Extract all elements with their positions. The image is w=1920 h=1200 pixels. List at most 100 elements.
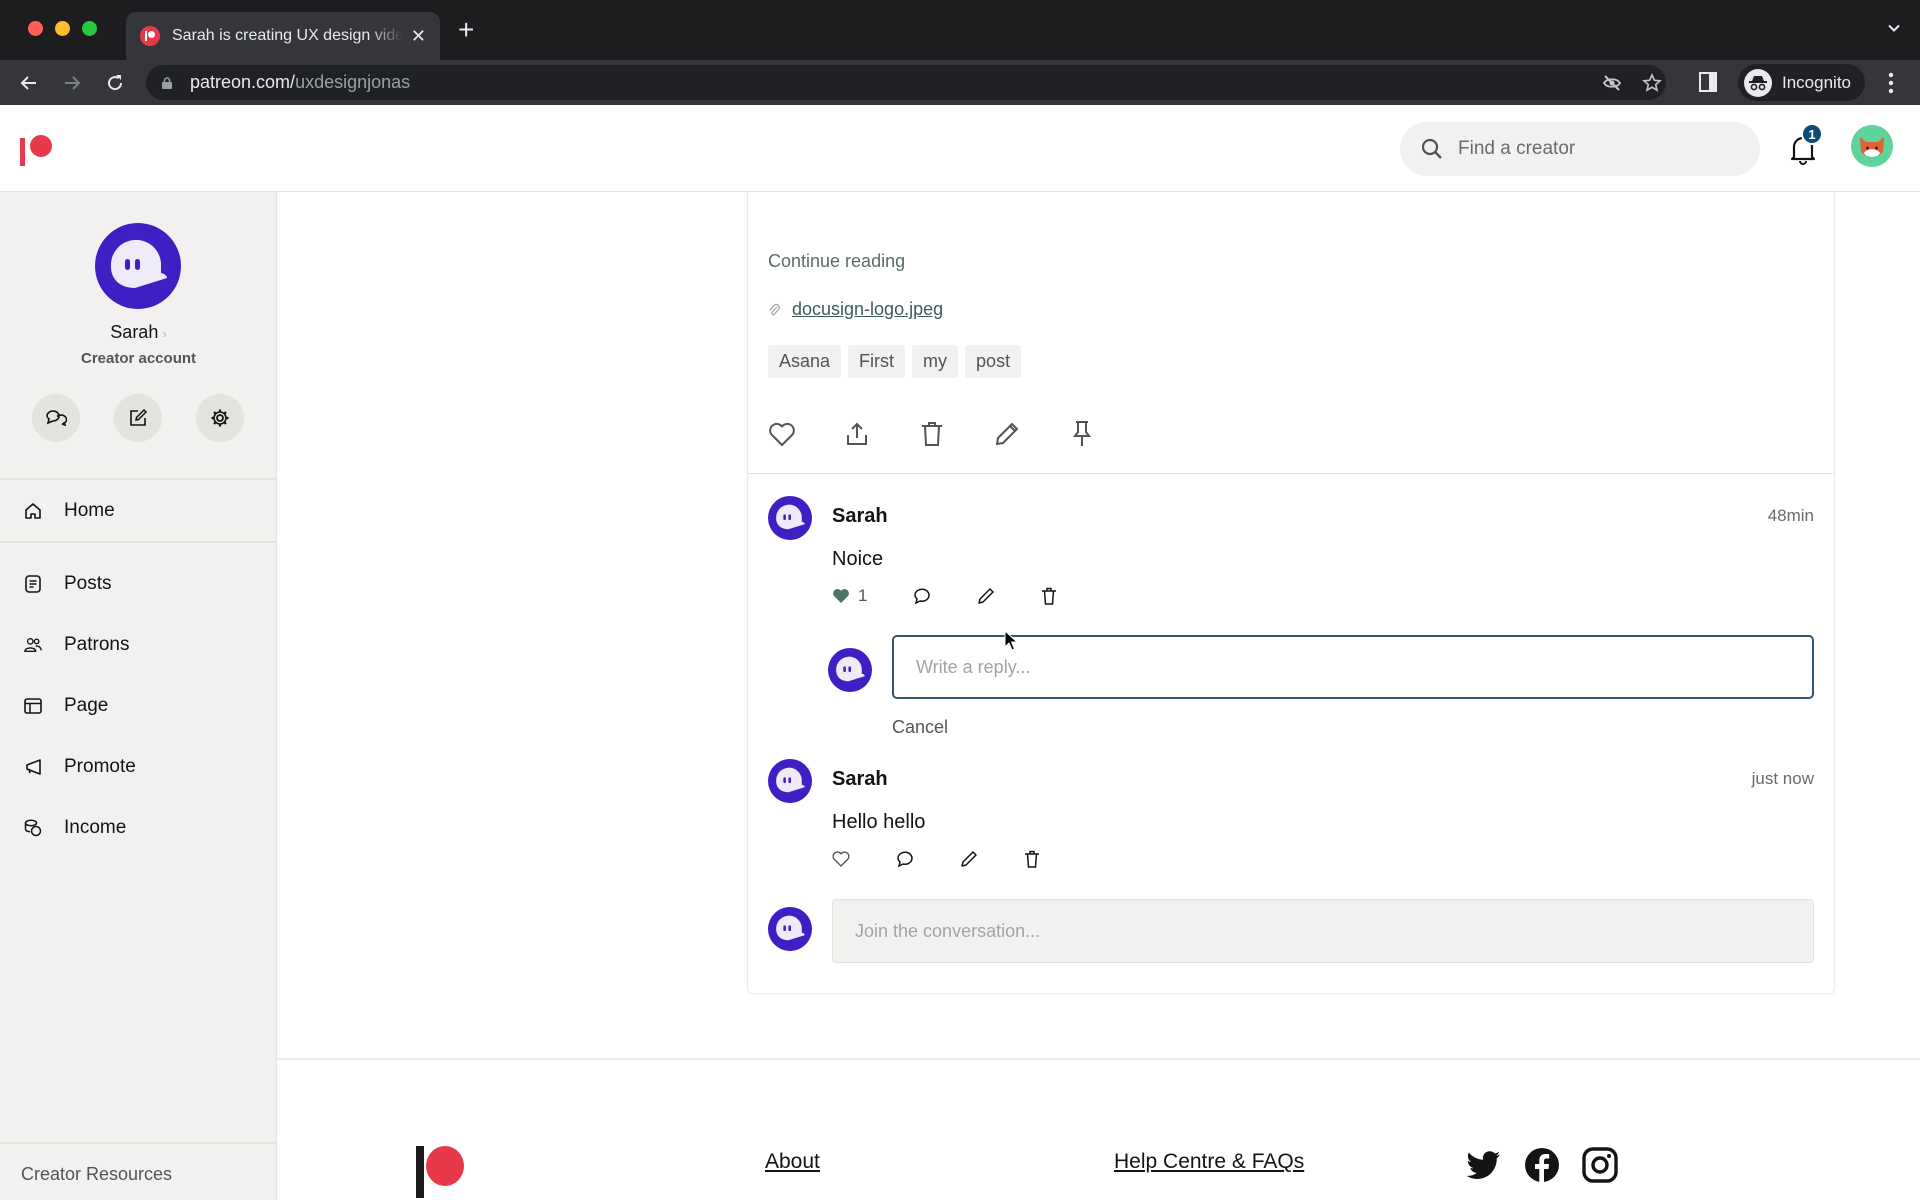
like-post-button[interactable] <box>768 420 796 448</box>
comment-author[interactable]: Sarah <box>832 505 888 528</box>
tag[interactable]: First <box>848 345 906 378</box>
back-arrow-icon <box>20 76 36 90</box>
bookmark-star-icon[interactable] <box>1642 73 1662 93</box>
sidebar-item-home[interactable]: Home <box>0 480 276 541</box>
like-comment-button[interactable]: 1 <box>832 586 867 606</box>
about-link[interactable]: About <box>765 1150 820 1174</box>
browser-menu-kebab-icon[interactable] <box>1888 72 1894 94</box>
megaphone-icon <box>24 758 42 776</box>
paperclip-icon <box>769 303 780 315</box>
comment-body: Noice <box>832 548 884 570</box>
sidebar-item-income[interactable]: Income <box>0 797 276 858</box>
tab-close-icon[interactable]: ✕ <box>411 26 426 47</box>
side-panel-icon[interactable] <box>1699 72 1717 92</box>
creator-search[interactable] <box>1400 122 1760 176</box>
sidebar-nav-primary: Home <box>0 480 276 541</box>
create-post-button[interactable] <box>114 394 162 442</box>
comment-actions: 1 <box>832 586 1057 606</box>
delete-comment-button[interactable] <box>1041 586 1057 606</box>
search-input[interactable] <box>1458 138 1738 160</box>
creator-resources-link[interactable]: Creator Resources <box>0 1142 276 1200</box>
tag[interactable]: my <box>912 345 959 378</box>
new-tab-button[interactable]: + <box>458 16 474 44</box>
comment-author[interactable]: Sarah <box>832 768 888 791</box>
sidebar-item-promote[interactable]: Promote <box>0 736 276 797</box>
reload-button[interactable] <box>100 68 130 98</box>
maximize-window-button[interactable] <box>82 21 97 36</box>
reply-comment-button[interactable] <box>913 586 931 606</box>
lock-icon <box>162 76 172 89</box>
sidebar-divider <box>0 541 276 543</box>
incognito-label: Incognito <box>1782 72 1851 92</box>
forward-arrow-icon <box>65 76 81 90</box>
footer-divider <box>277 1058 1920 1060</box>
reply-comment-button[interactable] <box>896 849 914 869</box>
post-tags: Asana First my post <box>768 345 1022 378</box>
sidebar-quick-actions <box>32 394 244 442</box>
twitter-icon[interactable] <box>1466 1147 1502 1183</box>
page-layout-icon <box>24 697 42 715</box>
commenter-avatar[interactable] <box>768 759 812 803</box>
pencil-icon <box>978 588 995 604</box>
tag[interactable]: Asana <box>768 345 842 378</box>
pencil-icon <box>996 423 1018 445</box>
edit-post-button[interactable] <box>993 420 1021 448</box>
pin-post-button[interactable] <box>1068 420 1096 448</box>
notification-badge: 1 <box>1801 123 1823 145</box>
user-avatar-fox[interactable] <box>1851 125 1893 167</box>
commenter-avatar[interactable] <box>768 496 812 540</box>
sarah-avatar[interactable] <box>95 223 181 309</box>
pencil-icon <box>961 851 977 867</box>
close-window-button[interactable] <box>28 21 43 36</box>
chevron-right-icon: › <box>162 326 167 341</box>
comment-actions <box>832 849 1040 869</box>
like-comment-button[interactable] <box>832 849 850 869</box>
browser-tab[interactable]: Sarah is creating UX design videos ✕ <box>126 12 440 60</box>
comment-input[interactable] <box>832 899 1814 963</box>
heart-icon <box>832 851 850 867</box>
reply-avatar <box>828 648 872 692</box>
cancel-reply-button[interactable]: Cancel <box>892 717 948 738</box>
address-bar[interactable]: patreon.com/uxdesignjonas <box>146 65 1666 100</box>
tracking-protection-eye-off-icon[interactable] <box>1602 73 1622 93</box>
messages-button[interactable] <box>32 394 80 442</box>
account-type-label: Creator account <box>80 350 197 367</box>
app-header: 1 <box>0 105 1920 192</box>
facebook-icon[interactable] <box>1524 1147 1560 1183</box>
trash-icon <box>922 422 942 446</box>
footer-patreon-logo[interactable] <box>416 1146 470 1200</box>
help-centre-link[interactable]: Help Centre & FAQs <box>1114 1150 1304 1174</box>
instagram-icon[interactable] <box>1582 1147 1618 1183</box>
reload-icon <box>108 75 123 91</box>
current-user-avatar <box>768 907 812 951</box>
minimize-window-button[interactable] <box>55 21 70 36</box>
patreon-logo[interactable] <box>20 135 56 167</box>
social-links <box>1466 1147 1618 1183</box>
settings-button[interactable] <box>196 394 244 442</box>
tag[interactable]: post <box>965 345 1022 378</box>
attachment-link[interactable]: docusign-logo.jpeg <box>792 299 943 320</box>
browser-chrome: Sarah is creating UX design videos ✕ + p… <box>0 0 1920 105</box>
edit-comment-button[interactable] <box>960 849 978 869</box>
delete-post-button[interactable] <box>918 420 946 448</box>
share-post-button[interactable] <box>843 420 871 448</box>
heart-filled-icon <box>833 589 849 603</box>
edit-comment-button[interactable] <box>977 586 995 606</box>
sidebar-item-posts[interactable]: Posts <box>0 553 276 614</box>
forward-button[interactable] <box>57 68 87 98</box>
search-icon <box>1421 138 1442 159</box>
reply-input[interactable] <box>892 635 1814 699</box>
sidebar-creator-name[interactable]: Sarah › <box>0 322 277 343</box>
sidebar-item-page[interactable]: Page <box>0 675 276 736</box>
browser-toolbar: patreon.com/uxdesignjonas Incognito <box>0 60 1920 105</box>
sidebar-item-patrons[interactable]: Patrons <box>0 614 276 675</box>
card-divider <box>748 473 1834 474</box>
incognito-profile-button[interactable]: Incognito <box>1738 64 1865 101</box>
back-button[interactable] <box>14 68 44 98</box>
continue-reading-link[interactable]: Continue reading <box>768 251 905 272</box>
tab-search-chevron-icon[interactable] <box>1888 22 1900 34</box>
url-path: uxdesignjonas <box>295 72 411 92</box>
delete-comment-button[interactable] <box>1024 849 1040 869</box>
patrons-icon <box>24 636 42 654</box>
pin-icon <box>1073 421 1091 446</box>
